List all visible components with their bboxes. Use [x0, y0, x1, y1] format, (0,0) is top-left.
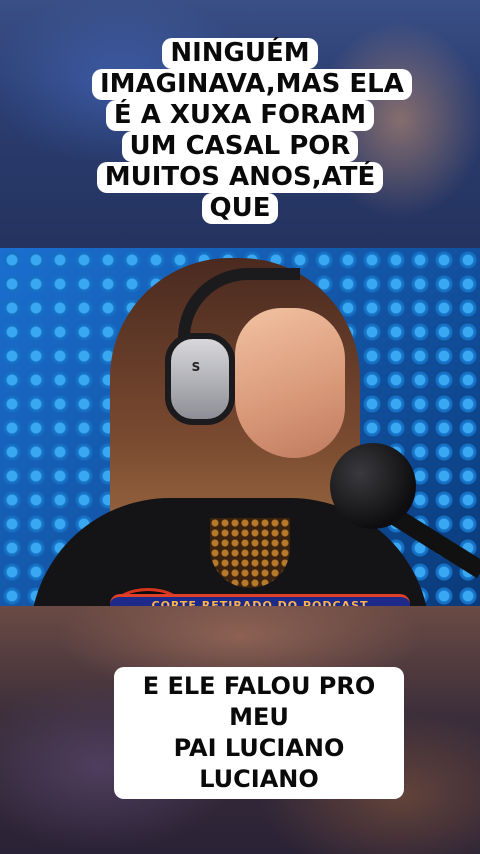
caption-top: NINGUÉM IMAGINAVA,MAS ELA É A XUXA FORAM…	[92, 36, 412, 226]
headphones-icon	[165, 333, 235, 425]
headphone-brand-logo: S	[191, 360, 201, 374]
caption-top-line: É A XUXA FORAM	[105, 100, 375, 131]
caption-top-line: IMAGINAVA,MAS ELA	[92, 69, 412, 100]
video-frame[interactable]: S CORTE RETIRADO DO PODCAST	[0, 248, 480, 606]
caption-top-line: QUE	[201, 193, 279, 224]
caption-top-line: MUITOS ANOS,ATÉ	[96, 162, 384, 193]
caption-top-line: UM CASAL POR	[121, 131, 359, 162]
caption-bottom: E ELE FALOU PRO MEU PAI LUCIANO LUCIANO	[114, 667, 404, 799]
podcast-banner: CORTE RETIRADO DO PODCAST	[110, 594, 410, 606]
microphone-icon	[330, 443, 416, 529]
caption-bottom-line: PAI LUCIANO LUCIANO	[173, 734, 345, 793]
caption-bottom-line: E ELE FALOU PRO MEU	[142, 672, 376, 731]
caption-top-line: NINGUÉM	[162, 38, 318, 69]
